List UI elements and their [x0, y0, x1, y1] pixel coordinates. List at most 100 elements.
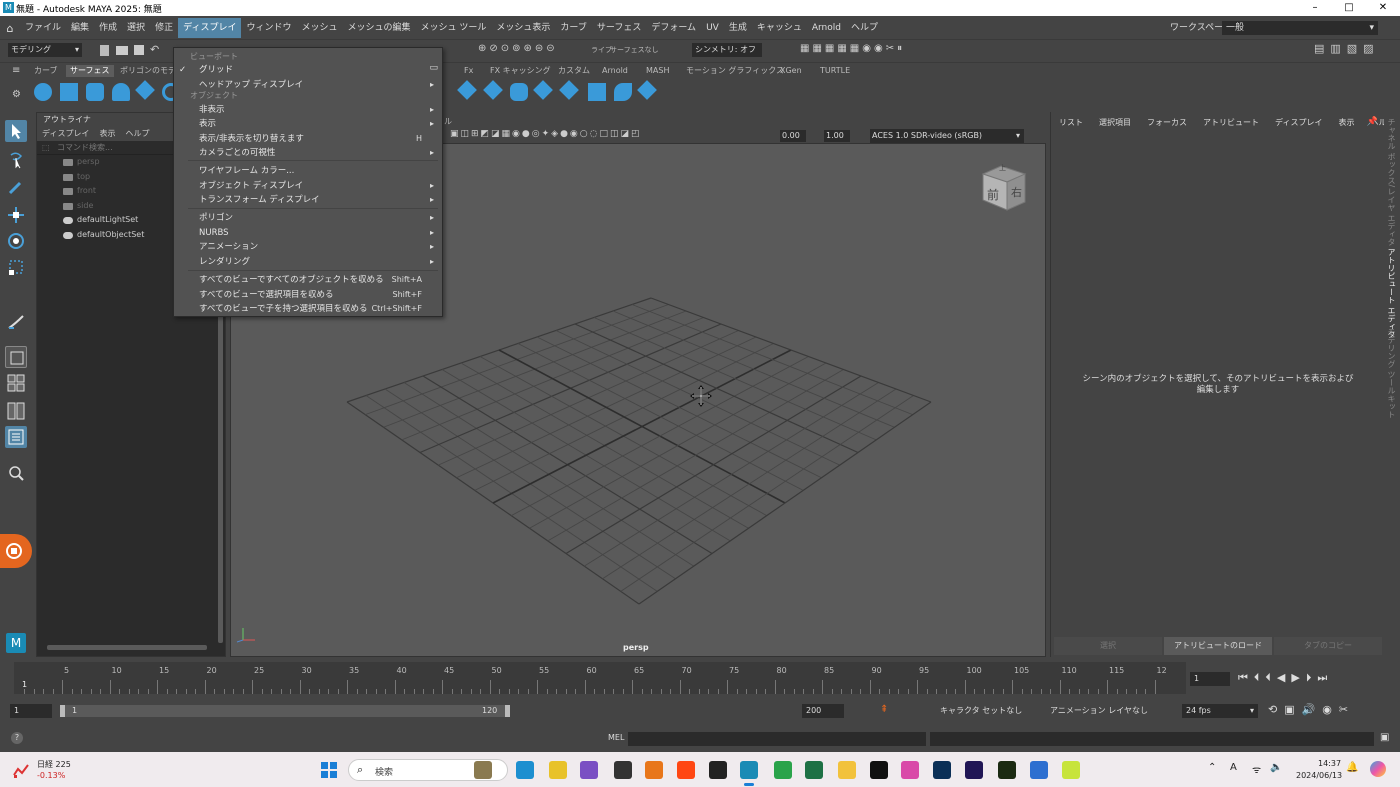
- cube-icon[interactable]: [60, 83, 78, 101]
- live-surface[interactable]: サーフェスなし: [610, 45, 659, 55]
- display-menu-item[interactable]: ポリゴン ▸: [199, 211, 438, 225]
- sculpt-tool-icon[interactable]: [5, 310, 27, 332]
- save-scene-icon[interactable]: [134, 45, 144, 55]
- side-tab-1[interactable]: アトリビュート エディタ: [1386, 248, 1397, 339]
- notification-icon[interactable]: 🔔: [1346, 762, 1358, 773]
- menu-item-0[interactable]: ファイル: [20, 18, 66, 38]
- photoshop-icon[interactable]: [933, 761, 951, 779]
- after-effects-icon[interactable]: [965, 761, 983, 779]
- script-editor-icon[interactable]: ▣: [1380, 732, 1389, 743]
- blender-icon[interactable]: [645, 761, 663, 779]
- display-menu-item[interactable]: カメラごとの可視性 ▸: [199, 146, 438, 160]
- cylinder-icon[interactable]: [86, 83, 104, 101]
- character-set-select[interactable]: キャラクタ セットなし: [940, 705, 1022, 716]
- clock-date[interactable]: 2024/06/13: [1296, 771, 1342, 780]
- attr-button-2[interactable]: タブのコピー: [1274, 637, 1382, 655]
- attr-menu-0[interactable]: リスト: [1051, 116, 1091, 130]
- stock-chart-icon[interactable]: [12, 761, 30, 779]
- shelf-tab-1[interactable]: サーフェス: [66, 65, 114, 77]
- menu-item-14[interactable]: UV: [701, 18, 724, 38]
- shelf-tab-3[interactable]: Fx: [460, 65, 477, 77]
- record-icon[interactable]: [0, 534, 32, 568]
- plane-icon[interactable]: [135, 80, 155, 100]
- menu-item-2[interactable]: 作成: [94, 18, 122, 38]
- layout-single-icon[interactable]: [5, 346, 27, 368]
- menu-item-3[interactable]: 選択: [122, 18, 150, 38]
- current-frame-field[interactable]: 1: [1190, 672, 1230, 686]
- excel-icon[interactable]: [805, 761, 823, 779]
- display-menu-item[interactable]: 表示/非表示を切り替えます H: [199, 132, 438, 146]
- shelf-settings-icon[interactable]: ⚙: [12, 89, 21, 100]
- menu-item-6[interactable]: ウィンドウ: [241, 18, 296, 38]
- move-tool-icon[interactable]: [5, 204, 27, 226]
- exposure-field[interactable]: 0.00: [780, 130, 806, 142]
- gamma-field[interactable]: 1.00: [824, 130, 850, 142]
- menu-item-10[interactable]: メッシュ表示: [491, 18, 555, 38]
- menu-item-11[interactable]: カーブ: [555, 18, 591, 38]
- edge-flow-icon[interactable]: [637, 80, 657, 100]
- menu-item-5[interactable]: ディスプレイ: [178, 18, 242, 38]
- display-menu-item[interactable]: NURBS ▸: [199, 226, 438, 240]
- panel-toggle-icons[interactable]: ▤▥▧▨: [1314, 42, 1380, 55]
- close-button[interactable]: ✕: [1366, 0, 1400, 16]
- shelf-tab-0[interactable]: カーブ: [30, 65, 62, 77]
- shelf-tab-2[interactable]: ポリゴンのモデ: [116, 65, 180, 77]
- capcut-icon[interactable]: [870, 761, 888, 779]
- menu-item-7[interactable]: メッシュ: [296, 18, 342, 38]
- bevel-icon[interactable]: [483, 80, 503, 100]
- layout-outliner-icon[interactable]: [5, 426, 27, 448]
- anim-layer-select[interactable]: アニメーション レイヤなし: [1050, 705, 1148, 716]
- menu-item-17[interactable]: Arnold: [807, 18, 846, 38]
- target-weld-icon[interactable]: [614, 83, 632, 101]
- rotate-tool-icon[interactable]: [5, 230, 27, 252]
- display-menu-item[interactable]: アニメーション ▸: [199, 240, 438, 254]
- edge-icon[interactable]: [516, 761, 534, 779]
- paint-select-icon[interactable]: [5, 176, 27, 198]
- copilot-icon[interactable]: [1370, 761, 1386, 777]
- range-end-field[interactable]: 200: [802, 704, 844, 718]
- scale-tool-icon[interactable]: [5, 256, 27, 278]
- wifi-icon[interactable]: ᯤ: [1252, 762, 1261, 776]
- attr-menu-2[interactable]: フォーカス: [1139, 116, 1195, 130]
- side-tab-2[interactable]: モデリング ツールキット: [1386, 328, 1397, 419]
- display-menu-item[interactable]: すべてのビューですべてのオブジェクトを収める Shift+A: [199, 273, 438, 287]
- display-menu-item[interactable]: トランスフォーム ディスプレイ ▸: [199, 193, 438, 207]
- menu-item-15[interactable]: 生成: [724, 18, 752, 38]
- menu-item-16[interactable]: キャッシュ: [752, 18, 807, 38]
- sticky-notes-icon[interactable]: [549, 761, 567, 779]
- command-input[interactable]: [628, 732, 926, 746]
- display-menu-item[interactable]: レンダリング ▸: [199, 255, 438, 269]
- outliner-menu-0[interactable]: ディスプレイ: [37, 127, 94, 141]
- houdini-icon[interactable]: [677, 761, 695, 779]
- unity-icon[interactable]: [614, 761, 632, 779]
- home-icon[interactable]: ⌂: [0, 22, 20, 35]
- menu-item-18[interactable]: ヘルプ: [846, 18, 883, 38]
- menu-item-4[interactable]: 修正: [150, 18, 178, 38]
- viewport-shading-icons[interactable]: ▣◫⊞◩◪▦◉●◎✦◈●◉○◌□◫◪◰: [450, 129, 642, 139]
- pin-icon[interactable]: 📌: [1367, 117, 1378, 127]
- attr-menu-5[interactable]: 表示: [1330, 116, 1362, 130]
- attr-button-0[interactable]: 選択: [1054, 637, 1162, 655]
- bridge-icon[interactable]: [510, 83, 528, 101]
- color-space-select[interactable]: ACES 1.0 SDR-video (sRGB) ▾: [870, 129, 1024, 143]
- attr-button-1[interactable]: アトリビュートのロード: [1164, 637, 1272, 655]
- fill-hole-icon[interactable]: [559, 80, 579, 100]
- attr-menu-1[interactable]: 選択項目: [1091, 116, 1139, 130]
- outliner-menu-2[interactable]: ヘルプ: [120, 127, 154, 141]
- search-icon[interactable]: [5, 462, 27, 484]
- chrome-icon[interactable]: [774, 761, 792, 779]
- extrude-icon[interactable]: [457, 80, 477, 100]
- layout-two-icon[interactable]: [5, 400, 27, 422]
- shelf-tab-7[interactable]: MASH: [642, 65, 673, 77]
- auto-key-icon[interactable]: ⇞: [880, 704, 888, 715]
- notepad-icon[interactable]: [580, 761, 598, 779]
- sphere-icon[interactable]: [34, 83, 52, 101]
- camera-app-icon[interactable]: [709, 761, 727, 779]
- display-menu-item[interactable]: ✓ グリッド: [179, 63, 438, 77]
- display-menu-item[interactable]: 表示 ▸: [199, 117, 438, 131]
- menu-item-9[interactable]: メッシュ ツール: [416, 18, 492, 38]
- shelf-tab-6[interactable]: Arnold: [598, 65, 632, 77]
- append-icon[interactable]: [533, 80, 553, 100]
- mode-select[interactable]: モデリング ▾: [8, 43, 82, 57]
- shelf-tab-4[interactable]: FX キャッシング: [486, 65, 555, 77]
